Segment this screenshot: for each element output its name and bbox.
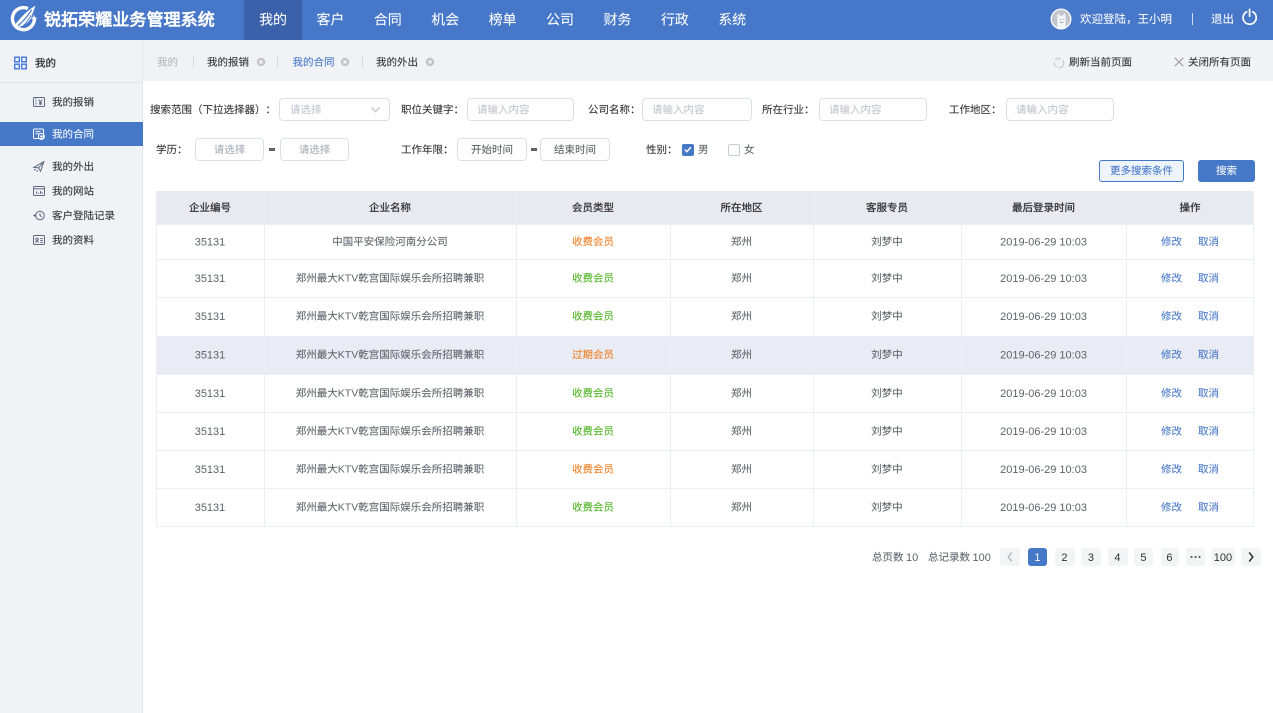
svg-text:35131: 35131 bbox=[195, 426, 226, 438]
svg-text:KTV: KTV bbox=[338, 349, 358, 361]
svg-text:2019-06-29 10:03: 2019-06-29 10:03 bbox=[1000, 464, 1087, 476]
svg-text:KTV: KTV bbox=[338, 426, 358, 438]
svg-text:2019-06-29 10:03: 2019-06-29 10:03 bbox=[1000, 236, 1087, 248]
svg-text:5: 5 bbox=[1140, 552, 1146, 564]
svg-text:1: 1 bbox=[1034, 552, 1040, 564]
svg-text:3: 3 bbox=[1088, 552, 1094, 564]
svg-text:35131: 35131 bbox=[195, 349, 226, 361]
svg-text:2019-06-29 10:03: 2019-06-29 10:03 bbox=[1000, 273, 1087, 285]
svg-text:35131: 35131 bbox=[195, 502, 226, 514]
svg-text:35131: 35131 bbox=[195, 273, 226, 285]
svg-text:100: 100 bbox=[1214, 552, 1232, 564]
svg-text:KTV: KTV bbox=[338, 311, 358, 323]
svg-text:KTV: KTV bbox=[338, 502, 358, 514]
svg-text:2019-06-29 10:03: 2019-06-29 10:03 bbox=[1000, 388, 1087, 400]
svg-text:100: 100 bbox=[973, 552, 991, 564]
svg-text:2: 2 bbox=[1061, 552, 1067, 564]
svg-text:6: 6 bbox=[1166, 552, 1172, 564]
svg-text:2019-06-29 10:03: 2019-06-29 10:03 bbox=[1000, 311, 1087, 323]
svg-text:2019-06-29 10:03: 2019-06-29 10:03 bbox=[1000, 502, 1087, 514]
svg-text:KTV: KTV bbox=[338, 273, 358, 285]
svg-text:35131: 35131 bbox=[195, 311, 226, 323]
svg-text:10: 10 bbox=[906, 552, 918, 564]
svg-text:KTV: KTV bbox=[338, 464, 358, 476]
svg-text:35131: 35131 bbox=[195, 388, 226, 400]
svg-text:2019-06-29 10:03: 2019-06-29 10:03 bbox=[1000, 426, 1087, 438]
svg-text:35131: 35131 bbox=[195, 464, 226, 476]
svg-text:35131: 35131 bbox=[195, 236, 226, 248]
svg-text:2019-06-29 10:03: 2019-06-29 10:03 bbox=[1000, 349, 1087, 361]
svg-text:KTV: KTV bbox=[338, 388, 358, 400]
svg-text:4: 4 bbox=[1114, 552, 1120, 564]
